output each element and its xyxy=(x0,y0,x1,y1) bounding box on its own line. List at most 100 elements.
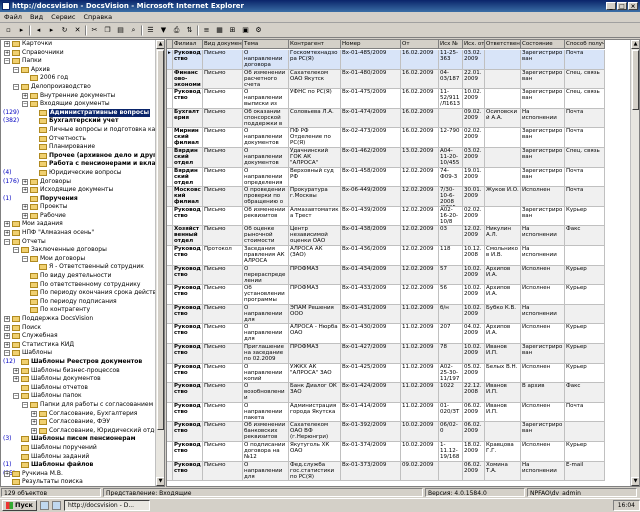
collapse-icon[interactable]: − xyxy=(13,393,19,400)
tree-item[interactable]: − Папки xyxy=(1,57,164,66)
tree-item[interactable]: + Внутренние документы xyxy=(1,92,164,101)
tree-item[interactable]: + Служебная xyxy=(1,332,164,341)
collapse-icon[interactable]: − xyxy=(13,83,19,90)
table-row[interactable]: Руководство Письмо О возобновлении Банк Диа… xyxy=(167,383,605,403)
collapse-icon[interactable]: − xyxy=(22,255,28,262)
taskbar-ie-window[interactable]: http://docsvision - D... xyxy=(63,500,150,511)
expand-icon[interactable]: + xyxy=(4,341,10,348)
minimize-button[interactable]: _ xyxy=(606,2,616,10)
table-row[interactable]: Руководство Письмо Об изменении банковских… xyxy=(167,422,605,442)
tree-item[interactable]: + Поиск xyxy=(1,324,164,333)
tree-item[interactable]: Работа с пенсионерами и вкладчика xyxy=(1,160,164,169)
table-row[interactable]: Руководство Письмо Приглашение на заседани… xyxy=(167,344,605,364)
view-preview-icon[interactable]: ▣ xyxy=(240,25,251,36)
open-icon[interactable]: ▸ xyxy=(16,25,27,36)
table-row[interactable]: Руководство Письмо О направлении пакета Адм… xyxy=(167,402,605,423)
tree-item[interactable]: + Карточки xyxy=(1,40,164,49)
collapse-icon[interactable]: − xyxy=(13,66,19,73)
sort-icon[interactable]: ⇅ xyxy=(184,25,195,36)
table-row[interactable]: Руководство Письмо О подписании договора н… xyxy=(167,442,605,462)
table-row[interactable]: Мирнинский филиал Письмо О направлении док… xyxy=(167,128,605,148)
collapse-icon[interactable]: − xyxy=(4,238,10,245)
tree-item[interactable]: + Шаблоны бизнес-процессов xyxy=(1,367,164,376)
expand-icon[interactable]: + xyxy=(31,410,37,417)
scroll-up-arrow[interactable]: ▲ xyxy=(156,40,164,49)
search-icon[interactable]: ⌕ xyxy=(128,25,139,36)
tree-item[interactable]: + Рабочие xyxy=(1,212,164,221)
tree-item[interactable]: Результаты поиска xyxy=(1,478,164,486)
tree-item[interactable]: + Согласование, ФЭУ xyxy=(1,418,164,427)
tree-item[interactable]: − Входящие документы xyxy=(1,100,164,109)
view-list-icon[interactable]: ≡ xyxy=(201,25,212,36)
view-tree-icon[interactable]: ⊞ xyxy=(227,25,238,36)
tree-item[interactable]: − Папки для работы с согласованием проект xyxy=(1,401,164,410)
expand-icon[interactable]: + xyxy=(22,212,28,219)
column-header[interactable]: Номер xyxy=(341,40,401,49)
tree-item[interactable]: Отчетность xyxy=(1,135,164,144)
table-row[interactable]: Руководство Письмо О перераспределении ПРОФ… xyxy=(167,265,605,286)
expand-icon[interactable]: + xyxy=(4,41,10,47)
tree-item[interactable]: Шаблоны файлов (1) xyxy=(1,461,164,470)
tree-item[interactable]: Шаблоны заданий xyxy=(1,453,164,462)
collapse-icon[interactable]: − xyxy=(13,247,19,254)
tree-item[interactable]: Я - Ответственный сотрудник xyxy=(1,263,164,272)
menu-tools[interactable]: Сервис xyxy=(51,13,75,21)
expand-icon[interactable]: + xyxy=(31,427,37,434)
tree-item[interactable]: − Делопроизводство xyxy=(1,83,164,92)
tree-item[interactable]: + Поддержка DocsVision xyxy=(1,315,164,324)
forward-icon[interactable]: ▸ xyxy=(46,25,57,36)
table-row[interactable]: Вярдинский отдел Письмо О направлении доку… xyxy=(167,148,605,168)
tree-item[interactable]: Юридические вопросы (4) xyxy=(1,169,164,178)
tree-item[interactable]: По ответственному сотруднику xyxy=(1,281,164,290)
expand-icon[interactable]: + xyxy=(31,419,37,426)
tree-item[interactable]: + Статистика КИД xyxy=(1,341,164,350)
table-row[interactable]: РуководствоПисьмоО направлении для согла… xyxy=(167,324,605,344)
expand-icon[interactable]: + xyxy=(22,204,28,211)
tree-item[interactable]: + Шаблоны документов xyxy=(1,375,164,384)
new-icon[interactable]: ▫ xyxy=(3,25,14,36)
column-header[interactable]: Исх. от xyxy=(463,40,485,49)
tree-item[interactable]: Шаблоны поручений xyxy=(1,444,164,453)
ie-quicklaunch-icon[interactable] xyxy=(39,501,49,510)
column-header[interactable]: Ответственн... xyxy=(485,40,521,49)
scroll-down-arrow[interactable]: ▼ xyxy=(156,477,164,486)
table-row[interactable]: Финансово-экономичесПисьмоОб изменении р… xyxy=(167,69,605,90)
collapse-icon[interactable]: − xyxy=(22,401,28,408)
tree-item[interactable]: По контрагенту xyxy=(1,306,164,315)
expand-icon[interactable]: + xyxy=(22,92,28,99)
desktop-quicklaunch-icon[interactable] xyxy=(51,501,61,510)
expand-icon[interactable]: + xyxy=(4,333,10,340)
table-row[interactable]: РуководствоПисьмоО направлении для согла… xyxy=(167,304,605,325)
tree-scrollbar[interactable]: ▲ ▼ xyxy=(155,40,164,486)
column-header[interactable]: От xyxy=(401,40,439,49)
menu-view[interactable]: Вид xyxy=(30,13,43,21)
view-details-icon[interactable]: ▦ xyxy=(214,25,225,36)
tree-item[interactable]: Шаблоны писем пенсионерам (3) xyxy=(1,435,164,444)
tree-item[interactable]: − Архив xyxy=(1,66,164,75)
table-row[interactable]: Руководство Протокол Заседания правления А… xyxy=(167,246,605,266)
tree-item[interactable]: + НПФ "Алмазная осень" xyxy=(1,229,164,238)
expand-icon[interactable]: + xyxy=(22,187,28,194)
table-row[interactable]: Руководство Письмо О направлении выписки и… xyxy=(167,89,605,109)
tree-item[interactable]: − Шаблоны xyxy=(1,349,164,358)
table-row[interactable]: РуководствоПисьмоО направлении для согла… xyxy=(167,461,605,482)
start-button[interactable]: Пуск xyxy=(2,500,37,511)
tree-item[interactable]: Бухгалтерский учет (382) xyxy=(1,117,164,126)
print-icon[interactable]: ⎙ xyxy=(171,25,182,36)
tree-item[interactable]: + Справочники xyxy=(1,49,164,58)
table-row[interactable]: Вярдинский отдел Письмо О направлении опре… xyxy=(167,167,605,188)
menu-file[interactable]: Файл xyxy=(4,13,22,21)
filter-icon[interactable]: ▼ xyxy=(158,25,169,36)
tree-item[interactable]: − Отчеты xyxy=(1,238,164,247)
tree-item[interactable]: По виду деятельности xyxy=(1,272,164,281)
tree-item[interactable]: Административные вопросы (129) xyxy=(1,108,164,118)
column-header[interactable]: Исх № xyxy=(439,40,463,49)
tree-item[interactable]: + Согласование, Юридический отдел xyxy=(1,427,164,436)
tree-item[interactable]: Шаблоны Реестров документов (12) xyxy=(1,358,164,367)
tree-item[interactable]: По периоду окончания срока действия xyxy=(1,289,164,298)
column-header[interactable]: Способ получ... xyxy=(565,40,605,49)
table-row[interactable]: Руководство Письмо Об изменении реквизитов… xyxy=(167,206,605,227)
table-row[interactable]: ▸ Руководство Письмо О направлении договора… xyxy=(167,50,605,70)
scroll-thumb[interactable] xyxy=(157,50,164,430)
settings-icon[interactable]: ⚙ xyxy=(253,25,264,36)
